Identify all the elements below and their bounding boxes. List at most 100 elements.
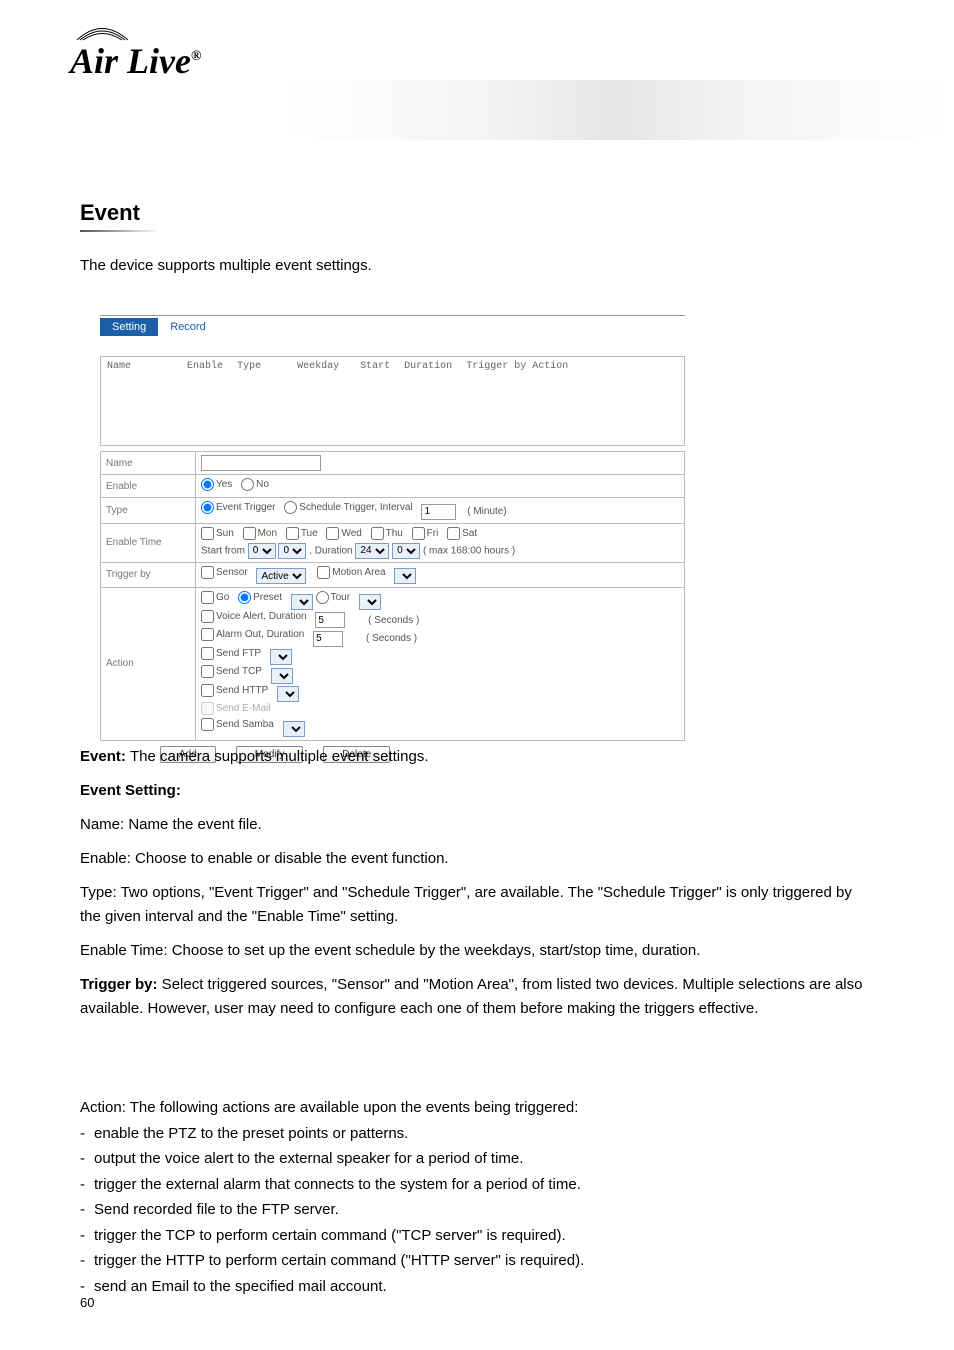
triggerby-text: Select triggered sources, "Sensor" and "…: [80, 976, 862, 1017]
screenshot-panel: Setting Record Name Enable Type Weekday …: [100, 315, 685, 763]
start-hour-select[interactable]: 0: [248, 543, 276, 559]
samba-check[interactable]: [201, 718, 214, 731]
day-wed[interactable]: [326, 527, 339, 540]
label-enable: Enable: [101, 475, 196, 498]
bullet4: Send recorded file to the FTP server.: [94, 1201, 339, 1218]
day-mon[interactable]: [243, 527, 256, 540]
tour-select[interactable]: [359, 594, 381, 610]
enable-yes-radio[interactable]: [201, 478, 214, 491]
tour-label: Tour: [331, 592, 350, 603]
label-name: Name: [101, 452, 196, 475]
day-tue[interactable]: [286, 527, 299, 540]
day-thu[interactable]: [371, 527, 384, 540]
label-type: Type: [101, 498, 196, 524]
section-title: Event: [80, 200, 140, 226]
preset-radio[interactable]: [238, 591, 251, 604]
type-schedule-radio[interactable]: [284, 501, 297, 514]
type-schedule-label: Schedule Trigger, Interval: [299, 502, 412, 513]
http-select[interactable]: [277, 686, 299, 702]
preset-select[interactable]: [291, 594, 313, 610]
dur-hour-select[interactable]: 24: [355, 543, 389, 559]
day-fri[interactable]: [412, 527, 425, 540]
intro-text: The device supports multiple event setti…: [80, 255, 874, 278]
label-enabletime: Enable Time: [101, 523, 196, 562]
ftp-select[interactable]: [270, 649, 292, 665]
title-underline: [80, 230, 160, 232]
alarm-label: Alarm Out, Duration: [216, 629, 304, 640]
email-check[interactable]: [201, 702, 214, 715]
action-section: Action: The following actions are availa…: [80, 1095, 874, 1299]
alarm-sec-label: ( Seconds ): [366, 633, 417, 644]
setting-label: Event Setting:: [80, 782, 181, 799]
label-action: Action: [101, 588, 196, 741]
go-label: Go: [216, 592, 229, 603]
email-label: Send E-Mail: [216, 703, 270, 714]
dur-min-select[interactable]: 0: [392, 543, 420, 559]
col-weekday: Weekday: [297, 361, 339, 372]
col-enable: Enable: [187, 361, 223, 372]
label-triggerby: Trigger by: [101, 562, 196, 588]
event-list: Name Enable Type Weekday Start Duration …: [100, 356, 685, 446]
bullet7: send an Email to the specified mail acco…: [94, 1278, 387, 1295]
tcp-select[interactable]: [271, 668, 293, 684]
day-sun[interactable]: [201, 527, 214, 540]
alarm-check[interactable]: [201, 628, 214, 641]
motion-check[interactable]: [317, 566, 330, 579]
col-start: Start: [360, 361, 390, 372]
interval-input[interactable]: [421, 504, 456, 520]
tour-radio[interactable]: [316, 591, 329, 604]
action-label: Action:: [80, 1099, 130, 1116]
event-text: The camera supports multiple event setti…: [130, 748, 428, 765]
enable-yes-label: Yes: [216, 479, 232, 490]
bullet1: enable the PTZ to the preset points or p…: [94, 1125, 408, 1142]
logo-arc-icon: [75, 22, 130, 42]
http-check[interactable]: [201, 684, 214, 697]
go-check[interactable]: [201, 591, 214, 604]
enabletime-desc: Enable Time: Choose to set up the event …: [80, 939, 874, 963]
action-intro: The following actions are available upon…: [130, 1099, 579, 1116]
sensor-select[interactable]: Active: [256, 568, 306, 584]
motion-label: Motion Area: [332, 567, 385, 578]
max-label: ( max 168:00 hours ): [423, 545, 515, 556]
header-gradient: [280, 80, 954, 140]
enable-no-label: No: [256, 479, 269, 490]
http-label: Send HTTP: [216, 685, 268, 696]
col-type: Type: [237, 361, 261, 372]
type-desc: Type: Two options, "Event Trigger" and "…: [80, 881, 874, 929]
duration-label: , Duration: [309, 545, 352, 556]
bullet6: trigger the HTTP to perform certain comm…: [94, 1252, 584, 1269]
brand-logo: Air Live®: [70, 40, 201, 82]
tcp-label: Send TCP: [216, 666, 262, 677]
motion-select[interactable]: [394, 568, 416, 584]
voice-sec-label: ( Seconds ): [368, 615, 419, 626]
bullet2: output the voice alert to the external s…: [94, 1150, 523, 1167]
name-desc: Name: Name the event file.: [80, 813, 874, 837]
voice-duration-input[interactable]: [315, 612, 345, 628]
tabs: Setting Record: [100, 318, 685, 336]
event-label: Event:: [80, 748, 130, 765]
ftp-check[interactable]: [201, 647, 214, 660]
tab-setting[interactable]: Setting: [100, 318, 158, 336]
bullet5: trigger the TCP to perform certain comma…: [94, 1227, 566, 1244]
body-text: Event: The camera supports multiple even…: [80, 745, 874, 1021]
col-duration: Duration: [404, 361, 452, 372]
type-event-radio[interactable]: [201, 501, 214, 514]
minute-label: ( Minute): [467, 506, 506, 517]
preset-label: Preset: [253, 592, 282, 603]
voice-check[interactable]: [201, 610, 214, 623]
samba-select[interactable]: [283, 721, 305, 737]
alarm-duration-input[interactable]: [313, 631, 343, 647]
start-min-select[interactable]: 0: [278, 543, 306, 559]
logo-text: Air Live®: [70, 41, 201, 81]
form-table: Name Enable Yes No Type Event Trigger Sc…: [100, 451, 685, 741]
tab-record[interactable]: Record: [158, 318, 217, 336]
enable-no-radio[interactable]: [241, 478, 254, 491]
sensor-label: Sensor: [216, 567, 248, 578]
type-event-label: Event Trigger: [216, 502, 275, 513]
ftp-label: Send FTP: [216, 648, 261, 659]
triggerby-label: Trigger by:: [80, 976, 158, 993]
tcp-check[interactable]: [201, 665, 214, 678]
day-sat[interactable]: [447, 527, 460, 540]
sensor-check[interactable]: [201, 566, 214, 579]
name-input[interactable]: [201, 455, 321, 471]
